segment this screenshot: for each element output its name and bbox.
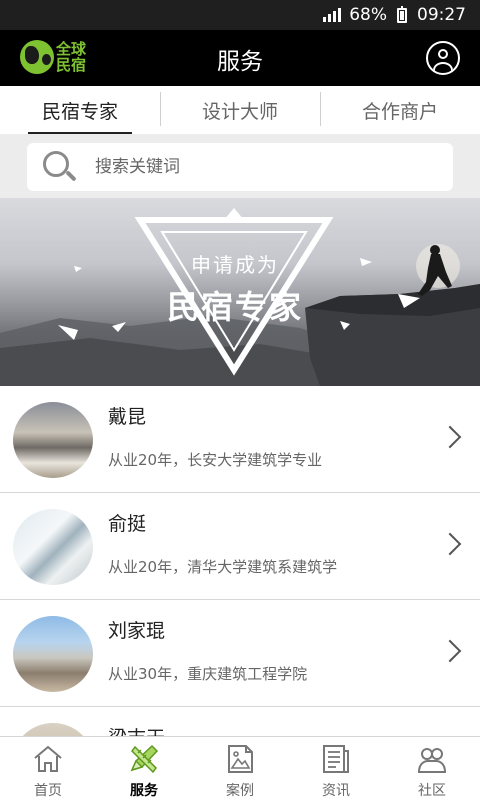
list-item[interactable]: 俞挺 从业20年，清华大学建筑系建筑学	[0, 493, 480, 600]
battery-percent: 68%	[349, 5, 387, 25]
expert-name: 俞挺	[108, 513, 147, 535]
expert-photo	[13, 509, 93, 585]
status-time: 09:27	[417, 5, 466, 25]
home-icon	[34, 745, 62, 772]
nav-label: 社区	[418, 783, 446, 799]
nav-label: 服务	[130, 783, 158, 799]
tab-homestay-experts[interactable]: 民宿专家	[0, 86, 160, 134]
banner-title: 民宿专家	[166, 288, 303, 326]
chevron-right-icon	[438, 532, 462, 556]
search-area	[0, 134, 480, 198]
nav-item-news[interactable]: 资讯	[288, 737, 384, 800]
status-bar: 68% 09:27	[0, 0, 480, 30]
list-item[interactable]: 梁志天	[0, 707, 480, 736]
page-title: 服务	[217, 49, 263, 75]
battery-icon	[397, 5, 407, 23]
search-input[interactable]	[95, 157, 415, 177]
expert-photo	[13, 402, 93, 478]
case-icon	[228, 745, 253, 773]
expert-list: 戴昆 从业20年，长安大学建筑学专业 俞挺 从业20年，清华大学建筑系建筑学 刘…	[0, 386, 480, 736]
user-profile-icon[interactable]	[426, 41, 460, 75]
expert-photo	[13, 723, 93, 736]
nav-label: 首页	[34, 783, 62, 799]
community-icon	[417, 748, 447, 773]
expert-name: 刘家琨	[108, 620, 166, 642]
tab-design-masters[interactable]: 设计大师	[160, 86, 320, 134]
promo-banner[interactable]: 申请成为 民宿专家	[0, 198, 480, 386]
list-item[interactable]: 戴昆 从业20年，长安大学建筑学专业	[0, 386, 480, 493]
nav-item-cases[interactable]: 案例	[192, 737, 288, 800]
app-header: 全球民宿 服务	[0, 30, 480, 86]
nav-item-service[interactable]: 服务	[96, 737, 192, 800]
news-icon	[323, 745, 349, 773]
service-icon	[130, 744, 159, 774]
search-box[interactable]	[27, 143, 453, 191]
chevron-right-icon	[438, 639, 462, 663]
nav-item-home[interactable]: 首页	[0, 737, 96, 800]
expert-name: 梁志天	[108, 723, 165, 736]
nav-item-community[interactable]: 社区	[384, 737, 480, 800]
expert-description: 从业20年，清华大学建筑系建筑学	[108, 558, 338, 576]
expert-photo	[13, 616, 93, 692]
expert-description: 从业30年，重庆建筑工程学院	[108, 665, 308, 683]
signal-icon	[323, 8, 342, 22]
tab-partner-merchants[interactable]: 合作商户	[320, 86, 480, 134]
chevron-right-icon	[438, 425, 462, 449]
expert-name: 戴昆	[108, 406, 147, 428]
list-item[interactable]: 刘家琨 从业30年，重庆建筑工程学院	[0, 600, 480, 707]
category-tabs: 民宿专家 设计大师 合作商户	[0, 86, 480, 134]
expert-description: 从业20年，长安大学建筑学专业	[108, 451, 323, 469]
search-icon	[41, 149, 77, 185]
bottom-nav: 首页 服务 案例 资讯 社区	[0, 736, 480, 800]
nav-label: 资讯	[322, 783, 350, 799]
nav-label: 案例	[226, 783, 254, 799]
banner-subtitle: 申请成为	[191, 253, 279, 277]
